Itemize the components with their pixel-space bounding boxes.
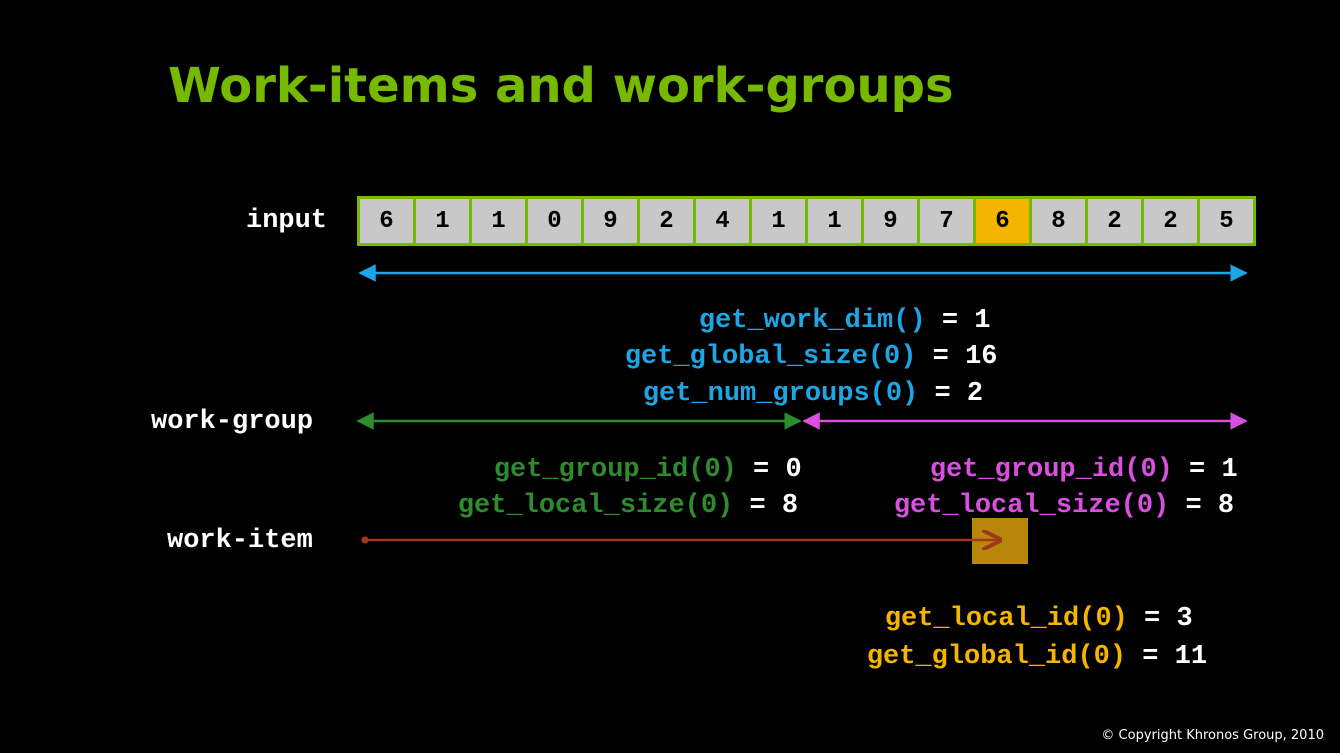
slide: Work-items and work-groups input 6110924…: [0, 0, 1340, 753]
global-id-value: 11: [1174, 642, 1208, 672]
equals-sign: =: [1126, 642, 1175, 672]
global-id-func: get_global_id(0): [866, 642, 1127, 672]
global-id-line: get_global_id(0) = 11: [802, 617, 1207, 698]
copyright-notice: © Copyright Khronos Group, 2010: [1101, 728, 1324, 743]
